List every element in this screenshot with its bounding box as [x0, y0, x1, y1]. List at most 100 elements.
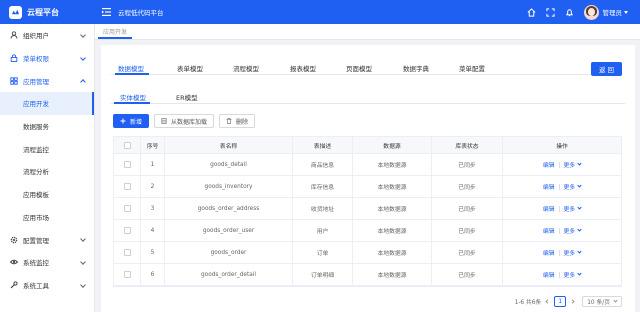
chevron-down-icon [577, 183, 582, 188]
next-page-icon[interactable] [570, 299, 575, 304]
edit-link[interactable]: 编辑 [543, 248, 555, 257]
row-checkbox[interactable] [123, 183, 131, 190]
add-button[interactable]: 新增 [113, 114, 150, 128]
sidebar-item-org-users[interactable]: 组织用户 [0, 24, 94, 47]
delete-button[interactable]: 删除 [219, 114, 256, 128]
tab-form-model[interactable]: 表单模型 [177, 63, 203, 73]
edit-link[interactable]: 编辑 [543, 204, 555, 213]
tab-entity-model[interactable]: 实体模型 [120, 92, 146, 102]
edit-link[interactable]: 编辑 [543, 226, 555, 235]
row-actions: 编辑 更多 [503, 154, 621, 175]
eye-icon [10, 258, 18, 266]
logo[interactable]: 云程平台 [0, 0, 95, 24]
back-button[interactable]: 返 回 [591, 62, 622, 76]
chevron-down-icon [577, 271, 582, 276]
sidebar-subitem-app-dev[interactable]: 应用开发 [0, 92, 94, 115]
row-source: 本地数据源 [353, 220, 432, 241]
sidebar-item-label: 菜单权限 [23, 55, 49, 64]
select-all-checkbox[interactable] [123, 141, 131, 149]
more-dropdown[interactable]: 更多 [564, 248, 582, 257]
row-status: 已同步 [432, 242, 503, 263]
more-dropdown[interactable]: 更多 [564, 204, 582, 213]
row-status: 已同步 [432, 198, 503, 219]
sidebar-subitem-process-analysis[interactable]: 流程分析 [0, 160, 94, 183]
tab-page-model[interactable]: 页面模型 [346, 63, 372, 73]
sidebar-item-system-monitor[interactable]: 系统监控 [0, 251, 94, 274]
more-dropdown[interactable]: 更多 [564, 226, 582, 235]
sidebar-subitem-data-service[interactable]: 数据服务 [0, 115, 94, 138]
chevron-down-icon [80, 259, 86, 265]
more-dropdown[interactable]: 更多 [564, 160, 582, 169]
tab-er-model[interactable]: ER模型 [176, 92, 198, 102]
lock-icon [10, 54, 18, 62]
row-checkbox[interactable] [123, 227, 131, 234]
edit-link[interactable]: 编辑 [543, 160, 555, 169]
page-tab-app-dev[interactable]: 应用开发 [98, 26, 133, 39]
row-desc: 订单 [293, 242, 353, 263]
page-size-select[interactable]: 10 条/页 [582, 296, 622, 307]
table-header: 序号 表名称 表描述 数据源 库表状态 操作 [114, 137, 621, 154]
chevron-down-icon [577, 227, 582, 232]
row-desc: 商品信息 [293, 154, 353, 175]
row-checkbox[interactable] [123, 205, 131, 212]
sidebar-subitem-app-market[interactable]: 应用市场 [0, 206, 94, 229]
sidebar-item-label: 系统监控 [23, 259, 49, 268]
table-row: 2 goods_inventory 库存信息 本地数据源 已同步 编辑 更多 [114, 176, 621, 198]
load-from-db-button[interactable]: 从数据库加载 [154, 114, 215, 128]
header-cell: 序号 [141, 137, 165, 153]
gear-icon [10, 236, 18, 244]
row-no: 5 [141, 242, 165, 263]
tab-data-model[interactable]: 数据模型 [118, 63, 144, 73]
table-row: 6 goods_order_detail 订单明细 本地数据源 已同步 编辑 更… [114, 264, 621, 286]
edit-link[interactable]: 编辑 [543, 182, 555, 191]
tab-report-model[interactable]: 报表模型 [290, 63, 316, 73]
row-name: goods_order [165, 242, 293, 263]
logo-icon [9, 5, 22, 19]
home-icon[interactable] [527, 7, 537, 17]
sidebar: 组织用户 菜单权限 应用管理 应用开发 数据服务 流程监控 流程分析 应用模板 … [0, 24, 95, 312]
edit-link[interactable]: 编辑 [543, 270, 555, 279]
tab-process-model[interactable]: 流程模型 [233, 63, 259, 73]
row-checkbox[interactable] [123, 249, 131, 256]
row-no: 3 [141, 198, 165, 219]
prev-page-icon[interactable] [545, 299, 550, 304]
avatar[interactable] [583, 4, 599, 20]
header-cell: 库表状态 [432, 137, 503, 153]
page-number-current[interactable]: 1 [554, 296, 567, 307]
row-no: 6 [141, 264, 165, 285]
sidebar-item-system-tools[interactable]: 系统工具 [0, 274, 94, 297]
menu-fold-icon[interactable] [101, 7, 111, 17]
row-name: goods_detail [165, 154, 293, 175]
chevron-down-icon[interactable] [624, 10, 628, 14]
tab-menu-config[interactable]: 菜单配置 [459, 63, 485, 73]
chevron-down-icon [577, 161, 582, 166]
bell-icon[interactable] [565, 7, 575, 17]
more-label: 更多 [563, 229, 576, 235]
row-checkbox[interactable] [123, 161, 131, 168]
row-no: 1 [141, 154, 165, 175]
more-dropdown[interactable]: 更多 [564, 182, 582, 191]
entity-tabs: 实体模型 ER模型 [111, 89, 625, 104]
user-name[interactable]: 管理员 [603, 7, 623, 17]
tab-data-dictionary[interactable]: 数据字典 [403, 63, 429, 73]
row-actions: 编辑 更多 [503, 176, 621, 197]
table-row: 5 goods_order 订单 本地数据源 已同步 编辑 更多 [114, 242, 621, 264]
load-button-label: 从数据库加载 [171, 118, 208, 126]
chevron-down-icon [613, 298, 618, 303]
sidebar-subitem-process-monitor[interactable]: 流程监控 [0, 137, 94, 160]
sidebar-item-app-management[interactable]: 应用管理 [0, 69, 94, 92]
row-source: 本地数据源 [353, 154, 432, 175]
fullscreen-icon[interactable] [546, 7, 556, 17]
more-label: 更多 [563, 185, 576, 191]
sidebar-subitem-app-template[interactable]: 应用模板 [0, 183, 94, 206]
row-checkbox[interactable] [123, 271, 131, 278]
sidebar-item-menu-permissions[interactable]: 菜单权限 [0, 47, 94, 70]
pagination-summary: 1-6 共6条 [514, 300, 542, 306]
more-dropdown[interactable]: 更多 [564, 270, 582, 279]
top-header: 云程平台 云程低代码平台 管理员 [0, 0, 640, 24]
sidebar-item-config[interactable]: 配置管理 [0, 228, 94, 251]
row-name: goods_order_address [165, 198, 293, 219]
row-actions: 编辑 更多 [503, 220, 621, 241]
row-status: 已同步 [432, 264, 503, 285]
row-source: 本地数据源 [353, 198, 432, 219]
